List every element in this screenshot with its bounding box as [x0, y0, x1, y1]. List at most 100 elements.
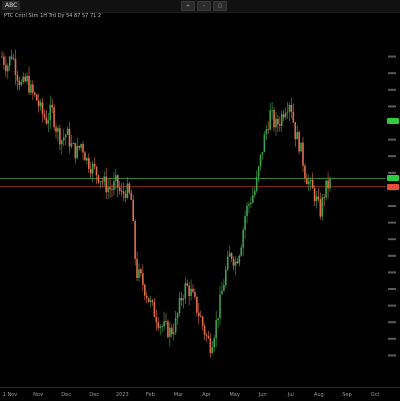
x-tick-label: Feb	[145, 392, 155, 398]
candle	[248, 201, 250, 214]
candle-body	[28, 75, 30, 93]
candle-body	[321, 197, 324, 217]
candle-body	[91, 163, 94, 174]
candle	[24, 73, 26, 83]
candle-body	[99, 181, 102, 183]
candle	[134, 219, 136, 266]
candle-body	[282, 114, 285, 118]
candle-body	[142, 273, 144, 285]
candle-body	[273, 109, 275, 128]
candle	[70, 134, 73, 149]
candle-body	[118, 187, 121, 191]
candle-body	[157, 322, 160, 328]
candle	[47, 112, 50, 133]
candle	[230, 251, 233, 262]
candle	[279, 116, 281, 132]
candle	[228, 246, 231, 257]
candle-body	[232, 258, 235, 266]
candle	[49, 95, 52, 129]
candle	[253, 186, 256, 198]
candle-body	[14, 58, 17, 76]
candle-body	[325, 180, 327, 198]
candle	[10, 49, 13, 61]
candle	[109, 177, 111, 199]
candle-body	[307, 181, 310, 185]
candle	[294, 122, 297, 147]
candle-body	[238, 255, 241, 264]
candle-body	[167, 321, 169, 337]
candle	[169, 321, 171, 347]
price-tick	[388, 337, 396, 340]
candle	[167, 319, 169, 339]
candle	[62, 128, 65, 147]
candle	[176, 311, 179, 326]
candle-body	[221, 290, 223, 295]
candle-body	[225, 269, 227, 285]
candle	[91, 160, 94, 183]
price-tick	[388, 238, 396, 241]
candle-body	[277, 118, 279, 125]
x-tick-label: 2023	[115, 392, 129, 398]
candles	[1, 49, 331, 358]
candle-body	[132, 199, 134, 221]
candle	[8, 55, 11, 71]
candle-body	[43, 114, 46, 118]
candle-body	[323, 197, 326, 199]
candle-body	[199, 316, 202, 317]
candle	[28, 66, 30, 95]
x-tick-label: Oct	[370, 392, 380, 398]
candle	[165, 313, 167, 326]
candle-body	[192, 288, 194, 293]
candle-body	[66, 129, 69, 135]
candle-body	[236, 261, 239, 264]
candle	[55, 123, 57, 139]
candle-body	[294, 122, 297, 140]
candle-body	[74, 143, 77, 159]
candle-body	[211, 347, 214, 354]
candle	[319, 192, 322, 220]
candle-body	[105, 176, 107, 193]
candle-body	[143, 284, 146, 296]
price-tick	[388, 205, 396, 207]
candle	[288, 102, 291, 122]
candle	[155, 309, 158, 331]
candle	[161, 324, 163, 333]
candle	[184, 277, 187, 304]
candle	[207, 330, 210, 340]
candle-body	[64, 134, 67, 138]
candle-body	[6, 65, 9, 72]
candle-body	[257, 166, 260, 178]
candle-body	[180, 297, 183, 301]
candle-body	[49, 104, 52, 121]
candle	[236, 258, 239, 265]
candle-body	[194, 292, 196, 297]
candle-body	[269, 110, 271, 130]
candle	[323, 194, 326, 207]
candle-body	[250, 202, 252, 205]
candle-body	[26, 75, 28, 82]
candle-body	[182, 298, 185, 301]
candle-body	[219, 294, 221, 319]
candle	[14, 49, 17, 85]
candle-body	[72, 143, 75, 144]
candle-body	[226, 256, 229, 270]
candle	[34, 91, 36, 97]
candle	[304, 163, 306, 183]
candle-body	[47, 120, 50, 124]
candle-body	[261, 152, 264, 155]
price-chart[interactable]	[0, 0, 400, 400]
candle	[321, 193, 324, 221]
candle	[53, 104, 55, 131]
candle	[317, 187, 320, 202]
candle	[296, 125, 298, 140]
candle-body	[126, 183, 129, 198]
candle-body	[128, 183, 131, 193]
candle	[74, 142, 77, 164]
candle	[145, 291, 148, 304]
candle	[298, 130, 300, 155]
price-tick	[388, 105, 396, 108]
candle	[275, 111, 277, 137]
candle	[72, 141, 75, 144]
candle-body	[34, 92, 36, 95]
candle-body	[138, 269, 140, 279]
